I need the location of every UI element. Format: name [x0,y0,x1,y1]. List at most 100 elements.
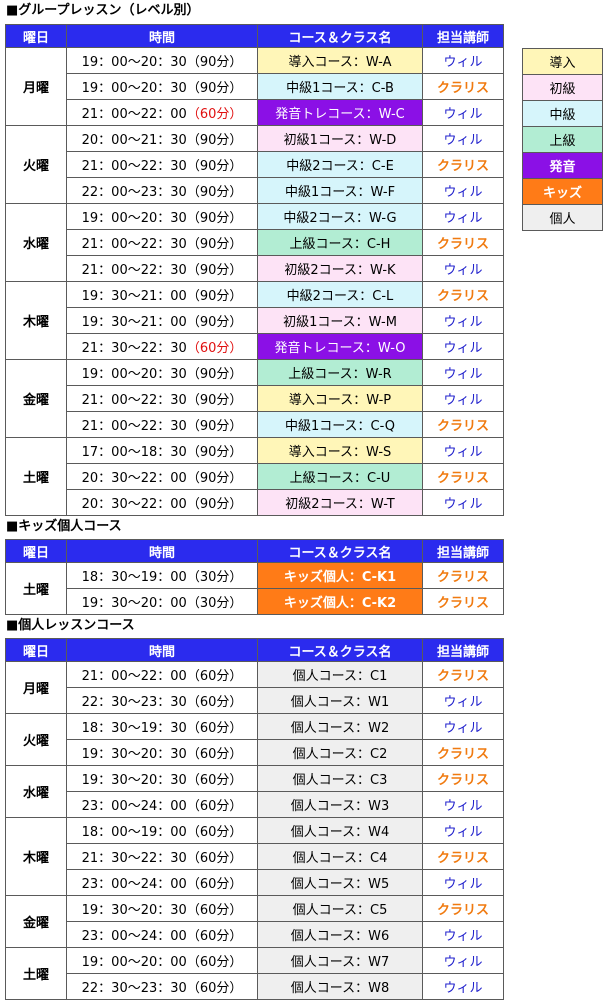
table-row: 23：00～24：00（60分） 個人コース：W6 ウィル [6,921,504,948]
course-cell: 中級1コース：C-B [257,73,423,100]
header-course: コース＆クラス名 [257,638,423,662]
table-row: 金曜 19：00～20：30（90分） 上級コース：W-R ウィル [5,359,504,438]
legend-item: 初級 [522,74,603,101]
legend-item: 中級 [522,100,603,127]
time-cell: 21：30～22：30（60分） [66,333,258,360]
group-lessons-title: ■グループレッスン（レベル別） [6,3,200,18]
teacher-link[interactable]: クラリス [422,562,504,589]
table-row: 21：00～22：30（90分） 初級2コース：W-K ウィル [6,255,504,282]
time-cell: 19：30～20：00（30分） [66,588,258,615]
table-row: 木曜 18：00～19：00（60分） 個人コース：W4 ウィル [5,817,504,896]
course-cell: 初級2コース：W-T [257,489,423,516]
time-range: 22：00～23：30 [81,185,187,200]
legend-item: 上級 [522,126,603,153]
teacher-link[interactable]: クラリス [422,765,504,792]
course-cell: 中級2コース：C-E [257,151,423,178]
time-cell: 19：00～20：30（90分） [66,203,258,230]
course-cell: 個人コース：C1 [257,661,423,688]
duration: （60分） [186,851,243,866]
teacher-link[interactable]: クラリス [422,411,504,438]
course-cell: 個人コース：C3 [257,765,423,792]
course-cell: 中級1コース：W-F [257,177,423,204]
teacher-link[interactable]: クラリス [422,739,504,766]
teacher-link[interactable]: ウィル [422,359,504,386]
time-cell: 23：00～24：00（60分） [66,869,258,896]
teacher-link[interactable]: ウィル [422,307,504,334]
time-range: 19：00～20：30 [81,367,187,382]
day-cell: 木曜 [5,817,67,896]
time-range: 19：30～20：30 [81,903,187,918]
personal-lessons-title: ■個人レッスンコース [6,618,135,633]
course-cell: 個人コース：C2 [257,739,423,766]
teacher-link[interactable]: ウィル [422,203,504,230]
table-row: 金曜 19：30～20：30（60分） 個人コース：C5 クラリス [5,895,504,948]
teacher-link[interactable]: ウィル [422,333,504,360]
teacher-link[interactable]: ウィル [422,385,504,412]
teacher-link[interactable]: クラリス [422,73,504,100]
time-cell: 20：30～22：00（90分） [66,463,258,490]
duration: （90分） [186,471,243,486]
legend-row: 個人 [522,204,603,231]
header-teacher: 担当講師 [422,539,504,563]
teacher-link[interactable]: ウィル [422,47,504,74]
teacher-link[interactable]: ウィル [422,973,504,1000]
time-cell: 21：30～22：30（60分） [66,843,258,870]
course-cell: 導入コース：W-S [257,437,423,464]
teacher-link[interactable]: ウィル [422,177,504,204]
duration: （60分） [186,903,243,918]
teacher-link[interactable]: ウィル [422,921,504,948]
legend-row: 上級 [522,126,603,153]
day-cell: 火曜 [5,713,67,766]
teacher-link[interactable]: クラリス [422,895,504,922]
teacher-link[interactable]: クラリス [422,229,504,256]
course-cell: 初級1コース：W-M [257,307,423,334]
time-cell: 23：00～24：00（60分） [66,791,258,818]
duration: （60分） [186,695,243,710]
teacher-link[interactable]: クラリス [422,281,504,308]
teacher-link[interactable]: クラリス [422,463,504,490]
time-cell: 18：30～19：00（30分） [66,562,258,589]
day-cell: 土曜 [5,947,67,1000]
kids-lessons-table: 曜日 時間 コース＆クラス名 担当講師 土曜 18：30～19：00（30分） キッ… [5,539,504,615]
course-cell: 上級コース：C-H [257,229,423,256]
teacher-link[interactable]: ウィル [422,125,504,152]
table-row: 月曜 19：00～20：30（90分） 導入コース：W-A ウィル [5,47,504,126]
teacher-link[interactable]: ウィル [422,437,504,464]
teacher-link[interactable]: ウィル [422,687,504,714]
course-cell: 発音トレコース：W-O [257,333,423,360]
course-cell: 中級2コース：C-L [257,281,423,308]
course-cell: 初級1コース：W-D [257,125,423,152]
table-row: 21：30～22：30（60分） 個人コース：C4 クラリス [6,843,504,870]
duration: （90分） [186,445,243,460]
table-row: 火曜 20：00～21：30（90分） 初級1コース：W-D ウィル [5,125,504,204]
teacher-link[interactable]: ウィル [422,947,504,974]
teacher-link[interactable]: ウィル [422,255,504,282]
time-cell: 21：00～22：30（90分） [66,151,258,178]
duration: （60分） [186,773,243,788]
table-row: 20：30～22：00（90分） 上級コース：C-U クラリス [6,463,504,490]
teacher-link[interactable]: ウィル [422,817,504,844]
duration: （30分） [186,596,243,611]
teacher-link[interactable]: ウィル [422,713,504,740]
teacher-link[interactable]: ウィル [422,791,504,818]
duration: （90分） [186,497,243,512]
time-range: 20：30～22：00 [81,471,187,486]
teacher-link[interactable]: ウィル [422,99,504,126]
course-cell: 発音トレコース：W-C [257,99,423,126]
time-range: 18：00～19：00 [81,825,187,840]
table-row: 19：00～20：30（90分） 中級1コース：C-B クラリス [6,73,504,100]
teacher-link[interactable]: クラリス [422,661,504,688]
teacher-link[interactable]: クラリス [422,843,504,870]
course-cell: 中級1コース：C-Q [257,411,423,438]
day-cell: 月曜 [5,47,67,126]
time-cell: 19：30～20：30（60分） [66,765,258,792]
teacher-link[interactable]: ウィル [422,489,504,516]
table-row: 19：30～20：00（30分） キッズ個人：C-K2 クラリス [6,588,504,615]
table-row: 22：30～23：30（60分） 個人コース：W1 ウィル [6,687,504,714]
teacher-link[interactable]: クラリス [422,588,504,615]
header-course: コース＆クラス名 [257,24,423,48]
duration: （60分） [186,955,243,970]
course-cell: 個人コース：W2 [257,713,423,740]
teacher-link[interactable]: クラリス [422,151,504,178]
teacher-link[interactable]: ウィル [422,869,504,896]
